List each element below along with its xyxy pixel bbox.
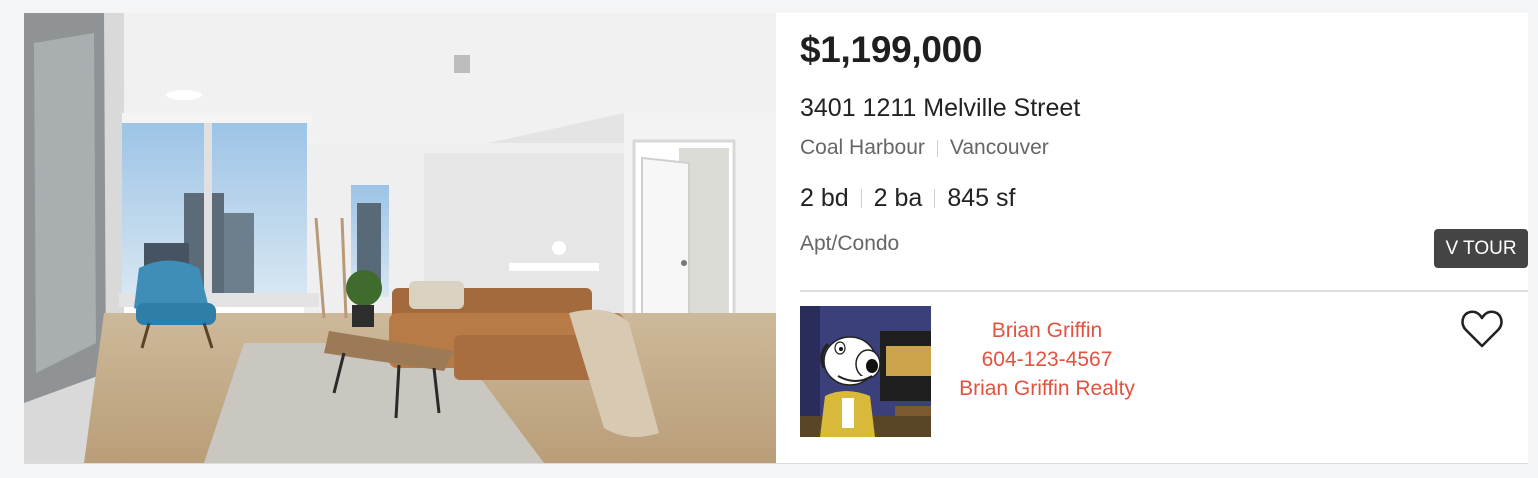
listing-stats: 2 bd 2 ba 845 sf [800, 184, 1015, 213]
heart-outline-icon [1461, 310, 1503, 348]
listing-location: Coal Harbour Vancouver [800, 136, 1049, 160]
baths-count: 2 ba [873, 184, 923, 212]
beds-count: 2 bd [800, 184, 849, 212]
listing-price[interactable]: $1,199,000 [800, 29, 982, 71]
listing-address[interactable]: 3401 1211 Melville Street [800, 94, 1080, 123]
agent-portrait-image [800, 306, 931, 437]
agent-name[interactable]: Brian Griffin [931, 316, 1163, 345]
listing-card[interactable]: $1,199,000 3401 1211 Melville Street Coa… [24, 13, 1528, 464]
virtual-tour-button[interactable]: V TOUR [1434, 229, 1528, 268]
living-room-image [24, 13, 776, 463]
area-size: 845 sf [947, 184, 1016, 212]
listing-info: $1,199,000 3401 1211 Melville Street Coa… [800, 13, 1528, 463]
separator [860, 189, 862, 208]
favorite-button[interactable] [1460, 309, 1504, 349]
separator [934, 189, 936, 208]
agent-details: Brian Griffin 604-123-4567 Brian Griffin… [931, 316, 1163, 403]
property-type: Apt/Condo [800, 232, 900, 255]
city-label: Vancouver [949, 136, 1049, 159]
agent-avatar[interactable] [800, 306, 931, 437]
divider [800, 290, 1528, 292]
listing-photo[interactable] [24, 13, 776, 463]
separator [936, 139, 938, 157]
agent-brokerage[interactable]: Brian Griffin Realty [931, 374, 1163, 403]
agent-phone[interactable]: 604-123-4567 [931, 345, 1163, 374]
neighborhood-label: Coal Harbour [800, 136, 925, 159]
